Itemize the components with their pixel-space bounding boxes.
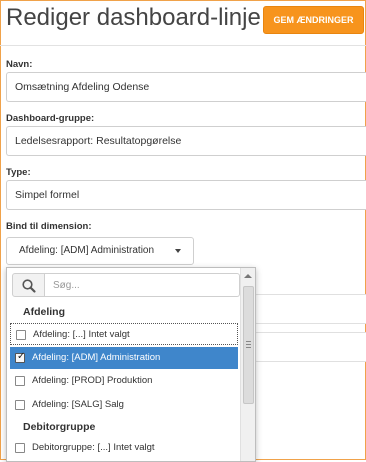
option-label: Afdeling: [ADM] Administration (32, 352, 161, 363)
checkbox[interactable] (15, 400, 25, 410)
dimension-dropdown-value: Afdeling: [ADM] Administration (19, 245, 155, 256)
checkbox[interactable] (15, 376, 25, 386)
checkmark-icon: ✓ (17, 351, 26, 362)
page-title: Rediger dashboard-linje (6, 4, 261, 31)
option-label: Afdeling: [SALG] Salg (32, 399, 124, 410)
dropdown-option-selected[interactable]: ✓ Afdeling: [ADM] Administration (10, 347, 238, 369)
divider (0, 45, 366, 46)
dimension-dropdown-button[interactable]: Afdeling: [ADM] Administration (6, 237, 194, 265)
caret-down-icon (175, 249, 181, 253)
name-field[interactable]: Omsætning Afdeling Odense (6, 72, 366, 102)
option-label: Debitorgruppe: [...] Intet valgt (32, 442, 155, 453)
grip-line (246, 341, 251, 342)
option-label: Afdeling: [PROD] Produktion (32, 375, 153, 386)
group-header-afdeling: Afdeling (23, 306, 65, 318)
dashboard-group-select[interactable]: Ledelsesrapport: Resultatopgørelse (6, 126, 366, 156)
scroll-up-icon[interactable] (244, 274, 252, 278)
dropdown-option[interactable]: Afdeling: [SALG] Salg (10, 394, 238, 416)
dropdown-option[interactable]: Debitorgruppe: [...] Intet valgt (10, 437, 238, 459)
dropdown-search-input[interactable] (45, 273, 240, 297)
checkbox[interactable]: ✓ (15, 351, 26, 363)
type-label: Type: (6, 167, 31, 178)
option-label: Afdeling: [...] Intet valgt (33, 329, 130, 340)
name-label: Navn: (6, 59, 33, 70)
dropdown-option[interactable]: Afdeling: [...] Intet valgt (10, 323, 238, 345)
dimension-dropdown-menu: Afdeling Afdeling: [...] Intet valgt ✓ A… (6, 267, 256, 462)
grip-line (246, 347, 251, 348)
dropdown-scrollbar[interactable] (240, 268, 255, 461)
dimension-label: Bind til dimension: (6, 221, 92, 232)
search-icon (12, 273, 45, 297)
dashboard-group-label: Dashboard-gruppe: (6, 113, 95, 124)
hidden-field[interactable] (254, 294, 366, 324)
group-header-debitorgruppe: Debitorgruppe (23, 421, 96, 433)
scrollbar-thumb[interactable] (243, 286, 254, 404)
save-button[interactable]: GEM ÆNDRINGER (263, 6, 364, 34)
grip-line (246, 344, 251, 345)
hidden-field[interactable] (254, 332, 366, 362)
checkbox[interactable] (16, 330, 26, 340)
checkbox[interactable] (15, 443, 25, 453)
dropdown-option[interactable]: Afdeling: [PROD] Produktion (10, 370, 238, 392)
dropdown-search (12, 273, 240, 297)
type-select[interactable]: Simpel formel (6, 180, 366, 210)
